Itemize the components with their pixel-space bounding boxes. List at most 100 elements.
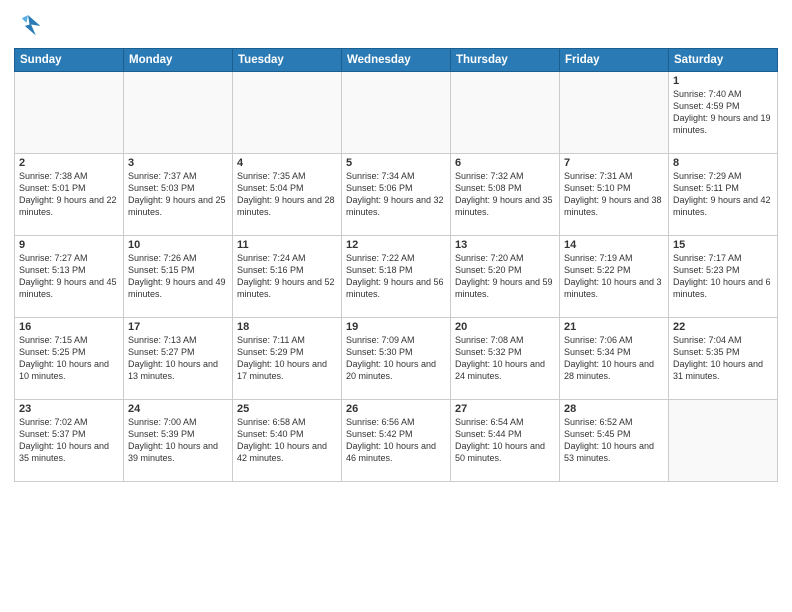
day-number: 3 xyxy=(128,157,228,169)
calendar-cell: 12Sunrise: 7:22 AM Sunset: 5:18 PM Dayli… xyxy=(342,236,451,318)
day-info: Sunrise: 7:02 AM Sunset: 5:37 PM Dayligh… xyxy=(19,416,119,465)
calendar-cell: 16Sunrise: 7:15 AM Sunset: 5:25 PM Dayli… xyxy=(15,318,124,400)
calendar-cell: 9Sunrise: 7:27 AM Sunset: 5:13 PM Daylig… xyxy=(15,236,124,318)
calendar-cell: 18Sunrise: 7:11 AM Sunset: 5:29 PM Dayli… xyxy=(233,318,342,400)
calendar-week-row: 23Sunrise: 7:02 AM Sunset: 5:37 PM Dayli… xyxy=(15,400,778,482)
calendar-day-header: Sunday xyxy=(15,49,124,72)
calendar-cell: 26Sunrise: 6:56 AM Sunset: 5:42 PM Dayli… xyxy=(342,400,451,482)
day-info: Sunrise: 7:11 AM Sunset: 5:29 PM Dayligh… xyxy=(237,334,337,383)
calendar-cell xyxy=(451,72,560,154)
day-info: Sunrise: 7:38 AM Sunset: 5:01 PM Dayligh… xyxy=(19,170,119,219)
day-info: Sunrise: 6:58 AM Sunset: 5:40 PM Dayligh… xyxy=(237,416,337,465)
day-number: 24 xyxy=(128,403,228,415)
calendar-cell: 19Sunrise: 7:09 AM Sunset: 5:30 PM Dayli… xyxy=(342,318,451,400)
day-number: 22 xyxy=(673,321,773,333)
calendar-cell: 2Sunrise: 7:38 AM Sunset: 5:01 PM Daylig… xyxy=(15,154,124,236)
calendar-cell: 14Sunrise: 7:19 AM Sunset: 5:22 PM Dayli… xyxy=(560,236,669,318)
day-info: Sunrise: 7:24 AM Sunset: 5:16 PM Dayligh… xyxy=(237,252,337,301)
calendar-cell xyxy=(124,72,233,154)
day-info: Sunrise: 7:31 AM Sunset: 5:10 PM Dayligh… xyxy=(564,170,664,219)
calendar-cell: 15Sunrise: 7:17 AM Sunset: 5:23 PM Dayli… xyxy=(669,236,778,318)
calendar-cell: 3Sunrise: 7:37 AM Sunset: 5:03 PM Daylig… xyxy=(124,154,233,236)
day-number: 13 xyxy=(455,239,555,251)
calendar-cell: 8Sunrise: 7:29 AM Sunset: 5:11 PM Daylig… xyxy=(669,154,778,236)
day-info: Sunrise: 7:27 AM Sunset: 5:13 PM Dayligh… xyxy=(19,252,119,301)
day-info: Sunrise: 7:35 AM Sunset: 5:04 PM Dayligh… xyxy=(237,170,337,219)
day-number: 18 xyxy=(237,321,337,333)
day-number: 15 xyxy=(673,239,773,251)
day-number: 20 xyxy=(455,321,555,333)
day-info: Sunrise: 7:32 AM Sunset: 5:08 PM Dayligh… xyxy=(455,170,555,219)
calendar-cell: 28Sunrise: 6:52 AM Sunset: 5:45 PM Dayli… xyxy=(560,400,669,482)
calendar-cell: 17Sunrise: 7:13 AM Sunset: 5:27 PM Dayli… xyxy=(124,318,233,400)
day-info: Sunrise: 6:56 AM Sunset: 5:42 PM Dayligh… xyxy=(346,416,446,465)
day-number: 10 xyxy=(128,239,228,251)
day-number: 14 xyxy=(564,239,664,251)
calendar-cell: 10Sunrise: 7:26 AM Sunset: 5:15 PM Dayli… xyxy=(124,236,233,318)
day-number: 25 xyxy=(237,403,337,415)
day-info: Sunrise: 7:34 AM Sunset: 5:06 PM Dayligh… xyxy=(346,170,446,219)
day-number: 17 xyxy=(128,321,228,333)
day-number: 26 xyxy=(346,403,446,415)
calendar-cell: 7Sunrise: 7:31 AM Sunset: 5:10 PM Daylig… xyxy=(560,154,669,236)
day-info: Sunrise: 7:13 AM Sunset: 5:27 PM Dayligh… xyxy=(128,334,228,383)
calendar-cell: 25Sunrise: 6:58 AM Sunset: 5:40 PM Dayli… xyxy=(233,400,342,482)
calendar-table: SundayMondayTuesdayWednesdayThursdayFrid… xyxy=(14,48,778,482)
day-number: 21 xyxy=(564,321,664,333)
calendar-cell: 5Sunrise: 7:34 AM Sunset: 5:06 PM Daylig… xyxy=(342,154,451,236)
calendar-day-header: Wednesday xyxy=(342,49,451,72)
day-info: Sunrise: 7:04 AM Sunset: 5:35 PM Dayligh… xyxy=(673,334,773,383)
day-info: Sunrise: 7:26 AM Sunset: 5:15 PM Dayligh… xyxy=(128,252,228,301)
day-number: 9 xyxy=(19,239,119,251)
day-number: 16 xyxy=(19,321,119,333)
day-info: Sunrise: 7:15 AM Sunset: 5:25 PM Dayligh… xyxy=(19,334,119,383)
logo-bird-icon xyxy=(14,12,42,40)
day-number: 28 xyxy=(564,403,664,415)
calendar-cell: 13Sunrise: 7:20 AM Sunset: 5:20 PM Dayli… xyxy=(451,236,560,318)
calendar-cell xyxy=(342,72,451,154)
calendar-header-row: SundayMondayTuesdayWednesdayThursdayFrid… xyxy=(15,49,778,72)
day-info: Sunrise: 6:54 AM Sunset: 5:44 PM Dayligh… xyxy=(455,416,555,465)
calendar-cell: 27Sunrise: 6:54 AM Sunset: 5:44 PM Dayli… xyxy=(451,400,560,482)
day-number: 23 xyxy=(19,403,119,415)
day-info: Sunrise: 7:17 AM Sunset: 5:23 PM Dayligh… xyxy=(673,252,773,301)
day-info: Sunrise: 6:52 AM Sunset: 5:45 PM Dayligh… xyxy=(564,416,664,465)
day-number: 27 xyxy=(455,403,555,415)
day-number: 8 xyxy=(673,157,773,169)
day-info: Sunrise: 7:06 AM Sunset: 5:34 PM Dayligh… xyxy=(564,334,664,383)
calendar-cell: 21Sunrise: 7:06 AM Sunset: 5:34 PM Dayli… xyxy=(560,318,669,400)
day-info: Sunrise: 7:22 AM Sunset: 5:18 PM Dayligh… xyxy=(346,252,446,301)
day-number: 1 xyxy=(673,75,773,87)
calendar-day-header: Saturday xyxy=(669,49,778,72)
calendar-cell: 4Sunrise: 7:35 AM Sunset: 5:04 PM Daylig… xyxy=(233,154,342,236)
calendar-cell: 22Sunrise: 7:04 AM Sunset: 5:35 PM Dayli… xyxy=(669,318,778,400)
day-number: 12 xyxy=(346,239,446,251)
day-number: 7 xyxy=(564,157,664,169)
day-info: Sunrise: 7:09 AM Sunset: 5:30 PM Dayligh… xyxy=(346,334,446,383)
calendar-week-row: 16Sunrise: 7:15 AM Sunset: 5:25 PM Dayli… xyxy=(15,318,778,400)
calendar-cell: 24Sunrise: 7:00 AM Sunset: 5:39 PM Dayli… xyxy=(124,400,233,482)
day-info: Sunrise: 7:08 AM Sunset: 5:32 PM Dayligh… xyxy=(455,334,555,383)
calendar-week-row: 9Sunrise: 7:27 AM Sunset: 5:13 PM Daylig… xyxy=(15,236,778,318)
calendar-day-header: Thursday xyxy=(451,49,560,72)
day-number: 19 xyxy=(346,321,446,333)
day-info: Sunrise: 7:37 AM Sunset: 5:03 PM Dayligh… xyxy=(128,170,228,219)
calendar-cell: 1Sunrise: 7:40 AM Sunset: 4:59 PM Daylig… xyxy=(669,72,778,154)
calendar-day-header: Friday xyxy=(560,49,669,72)
day-number: 11 xyxy=(237,239,337,251)
day-info: Sunrise: 7:20 AM Sunset: 5:20 PM Dayligh… xyxy=(455,252,555,301)
page: SundayMondayTuesdayWednesdayThursdayFrid… xyxy=(0,0,792,612)
calendar-cell: 23Sunrise: 7:02 AM Sunset: 5:37 PM Dayli… xyxy=(15,400,124,482)
calendar-day-header: Tuesday xyxy=(233,49,342,72)
calendar-week-row: 2Sunrise: 7:38 AM Sunset: 5:01 PM Daylig… xyxy=(15,154,778,236)
header xyxy=(14,12,778,40)
day-info: Sunrise: 7:19 AM Sunset: 5:22 PM Dayligh… xyxy=(564,252,664,301)
logo xyxy=(14,12,46,40)
day-number: 4 xyxy=(237,157,337,169)
calendar-cell: 11Sunrise: 7:24 AM Sunset: 5:16 PM Dayli… xyxy=(233,236,342,318)
calendar-week-row: 1Sunrise: 7:40 AM Sunset: 4:59 PM Daylig… xyxy=(15,72,778,154)
day-number: 6 xyxy=(455,157,555,169)
day-info: Sunrise: 7:29 AM Sunset: 5:11 PM Dayligh… xyxy=(673,170,773,219)
calendar-cell xyxy=(669,400,778,482)
calendar-day-header: Monday xyxy=(124,49,233,72)
